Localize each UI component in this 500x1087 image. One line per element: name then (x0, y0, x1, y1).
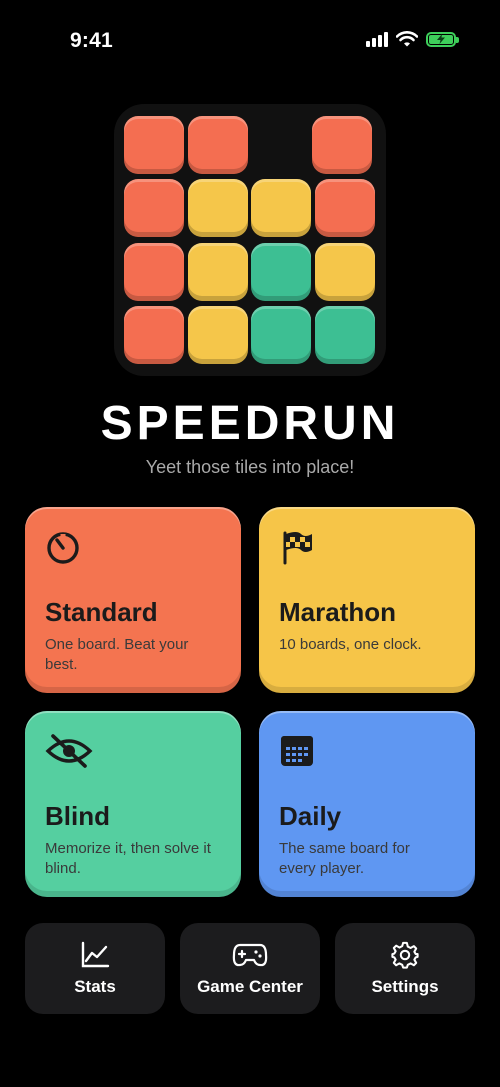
logo-tile (315, 306, 375, 364)
timer-icon (47, 532, 79, 564)
mode-description: One board. Beat your best. (45, 636, 189, 673)
mode-description: 10 boards, one clock. (279, 636, 422, 653)
eye-slash-icon (45, 734, 93, 768)
gear-icon (391, 941, 419, 969)
logo-tile (124, 306, 184, 364)
logo-tile (251, 243, 311, 301)
mode-description: The same board for every player. (279, 840, 410, 877)
settings-button[interactable]: Settings (335, 923, 475, 1014)
checkered-flag-icon (283, 531, 312, 565)
mode-name: Blind (45, 801, 110, 831)
app-logo (114, 104, 386, 376)
calendar-icon (281, 736, 313, 766)
battery-charging-icon (426, 31, 459, 47)
status-time: 9:41 (70, 29, 113, 52)
mode-card-daily[interactable]: Daily The same board for every player. (259, 711, 475, 897)
logo-tile (188, 306, 248, 364)
app-subtitle: Yeet those tiles into place! (145, 457, 355, 477)
mode-name: Marathon (279, 597, 396, 627)
logo-tile (188, 116, 248, 174)
stats-button[interactable]: Stats (25, 923, 165, 1014)
logo-tile (188, 179, 248, 237)
mode-name: Daily (279, 801, 342, 831)
mode-name: Standard (45, 597, 158, 627)
stats-label: Stats (74, 976, 116, 996)
logo-tile (312, 116, 372, 174)
mode-card-standard[interactable]: Standard One board. Beat your best. (25, 507, 241, 693)
mode-card-blind[interactable]: Blind Memorize it, then solve it blind. (25, 711, 241, 897)
logo-tile (124, 179, 184, 237)
game-center-label: Game Center (197, 976, 303, 996)
status-icons (366, 31, 459, 47)
logo-tile (188, 243, 248, 301)
logo-tile (124, 116, 184, 174)
gamepad-icon (232, 943, 268, 966)
logo-tile (251, 306, 311, 364)
mode-description: Memorize it, then solve it blind. (45, 840, 211, 877)
settings-label: Settings (371, 976, 439, 996)
logo-tile (124, 243, 184, 301)
game-center-button[interactable]: Game Center (180, 923, 320, 1014)
app-title: SPEEDRUN (100, 397, 400, 450)
logo-tile (315, 179, 375, 237)
mode-card-marathon[interactable]: Marathon 10 boards, one clock. (259, 507, 475, 693)
wifi-icon (396, 31, 418, 47)
cellular-signal-icon (366, 31, 388, 47)
logo-tile (251, 179, 311, 237)
logo-tile (315, 243, 375, 301)
chart-line-icon (81, 941, 110, 967)
status-bar: 9:41 (0, 0, 500, 80)
